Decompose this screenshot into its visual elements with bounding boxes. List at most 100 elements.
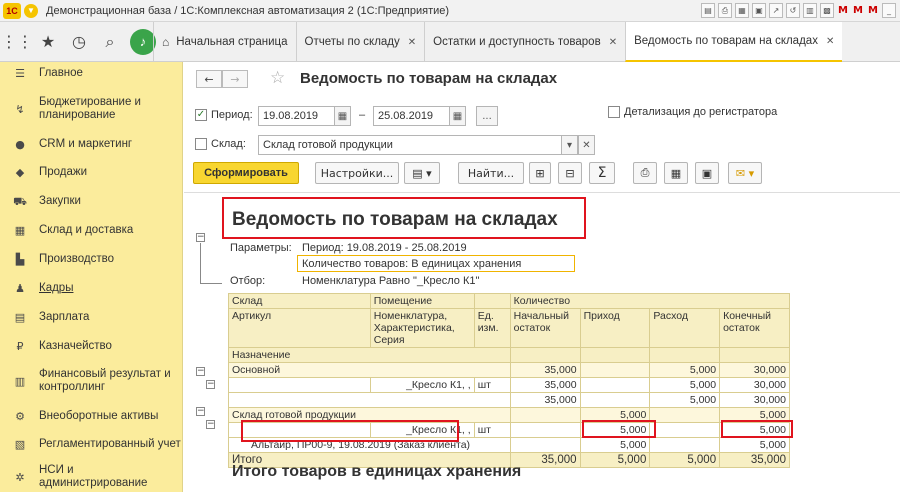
title-bar-icons: ▤ ⎙ ▦ ▣ ↗ ↺ ▥ ▩ M M M _ xyxy=(701,3,896,18)
sidebar-item-purchases[interactable]: ⛟ Закупки xyxy=(0,195,183,208)
cart-icon: ⛟ xyxy=(13,195,27,208)
sidebar-item-finance[interactable]: ▥ Финансовый результат и контроллинг xyxy=(0,368,183,394)
collapse-group-icon[interactable]: − xyxy=(196,233,205,242)
apps-grid-icon[interactable]: ⋮⋮ xyxy=(1,28,33,56)
print-preview-icon[interactable]: ▦ xyxy=(664,162,688,184)
sidebar-item-treasury[interactable]: ₽ Казначейство xyxy=(0,340,183,353)
document-icon[interactable]: ▤ xyxy=(701,3,715,18)
collapse-group-icon[interactable]: − xyxy=(196,407,205,416)
calculator-icon[interactable]: ▩ xyxy=(820,3,834,18)
sidebar-item-production[interactable]: ▙ Производство xyxy=(0,253,183,266)
form-title: Ведомость по товарам на складах xyxy=(300,70,558,87)
period-from-input[interactable]: 19.08.2019 xyxy=(258,106,336,126)
variants-dropdown-button[interactable]: ▤ ▾ xyxy=(404,162,440,184)
detail-checkbox[interactable] xyxy=(608,106,620,118)
close-icon[interactable]: ✕ xyxy=(609,37,617,48)
calendar-icon[interactable]: ▦ xyxy=(334,106,351,126)
sidebar-item-assets[interactable]: ⚙ Внеоборотные активы xyxy=(0,410,183,423)
table-row: _Кресло К1, , шт 35,000 5,000 30,000 xyxy=(228,377,790,393)
warehouse-icon: ▦ xyxy=(14,224,26,237)
tab-label: Остатки и доступность товаров xyxy=(433,36,601,48)
history-icon[interactable]: ↺ xyxy=(786,3,800,18)
main-menu-arrow-icon[interactable]: ▼ xyxy=(24,3,38,18)
clear-icon[interactable]: ✕ xyxy=(578,135,595,155)
period-checkbox[interactable]: ✓ xyxy=(195,109,207,121)
calendar-icon[interactable]: ▥ xyxy=(803,3,817,18)
sidebar-item-admin[interactable]: ✲ НСИ и администрирование xyxy=(0,464,183,490)
warehouse-input[interactable]: Склад готовой продукции xyxy=(258,135,563,155)
filter-label: Отбор: xyxy=(230,275,266,287)
header-closing-balance: Конечный остаток xyxy=(719,308,790,348)
save-icon[interactable]: ▣ xyxy=(752,3,766,18)
preview-icon[interactable]: ▦ xyxy=(735,3,749,18)
header-unit: Ед. изм. xyxy=(473,308,511,348)
print-icon[interactable]: ⎙ xyxy=(718,3,732,18)
collapse-group-icon[interactable]: − xyxy=(206,380,215,389)
forward-button[interactable]: → xyxy=(222,70,248,88)
table-header-row: Назначение xyxy=(228,347,790,363)
period-select-button[interactable]: ... xyxy=(476,106,498,126)
warehouse-label: Склад: xyxy=(211,138,246,150)
home-icon: ⌂ xyxy=(162,35,170,49)
period-to-input[interactable]: 25.08.2019 xyxy=(373,106,451,126)
highlight-quantity-param xyxy=(297,255,575,272)
m-icon[interactable]: M xyxy=(837,3,849,18)
sidebar-item-crm[interactable]: ● CRM и маркетинг xyxy=(0,138,183,151)
sidebar-item-warehouse[interactable]: ▦ Склад и доставка xyxy=(0,224,183,237)
tree-line xyxy=(200,243,201,283)
sum-button[interactable]: Σ xyxy=(589,162,615,184)
sidebar-item-budgeting[interactable]: ↯ Бюджетирование и планирование xyxy=(0,96,183,122)
collapse-groups-icon[interactable]: ⊟ xyxy=(558,162,582,184)
expand-groups-icon[interactable]: ⊞ xyxy=(529,162,551,184)
calendar-icon[interactable]: ▦ xyxy=(449,106,466,126)
factory-icon: ▙ xyxy=(15,253,25,266)
header-expense: Расход xyxy=(649,308,721,348)
header-receipt: Приход xyxy=(579,308,651,348)
tab-home[interactable]: ⌂ Начальная страница xyxy=(153,22,296,62)
favorite-star-icon[interactable]: ☆ xyxy=(270,68,285,88)
link-icon[interactable]: ↗ xyxy=(769,3,783,18)
warehouse-checkbox[interactable] xyxy=(195,138,207,150)
find-button[interactable]: Найти... xyxy=(458,162,524,184)
search-icon[interactable]: ⌕ xyxy=(96,28,124,56)
collapse-group-icon[interactable]: − xyxy=(206,420,215,429)
header-warehouse: Склад xyxy=(228,293,371,309)
sidebar-item-sales[interactable]: ◆ Продажи xyxy=(0,166,183,179)
minimize-icon[interactable]: _ xyxy=(882,3,896,18)
sidebar-item-accounting[interactable]: ▧ Регламентированный учет xyxy=(0,438,183,451)
tab-stock-availability[interactable]: Остатки и доступность товаров ✕ xyxy=(424,22,625,62)
close-icon[interactable]: ✕ xyxy=(408,37,416,48)
salary-icon: ▤ xyxy=(14,311,26,324)
period-label: Период: xyxy=(211,109,253,121)
accounting-icon: ▧ xyxy=(14,438,26,451)
table-row: Основной 35,000 5,000 30,000 xyxy=(228,362,790,378)
send-email-icon[interactable]: ✉ ▾ xyxy=(728,162,762,184)
tree-line xyxy=(200,283,222,284)
filter-value: Номенклатура Равно "_Кресло К1" xyxy=(302,275,480,287)
back-button[interactable]: ← xyxy=(196,70,222,88)
print-icon[interactable]: ⎙ xyxy=(633,162,657,184)
settings-button[interactable]: Настройки... xyxy=(315,162,399,184)
tab-goods-statement[interactable]: Ведомость по товарам на складах ✕ xyxy=(625,22,843,62)
sidebar-item-hr[interactable]: ♟ Кадры xyxy=(0,282,183,295)
top-toolbar: ⋮⋮ ★ ◷ ⌕ ♪ ⌂ Начальная страница Отчеты п… xyxy=(0,22,900,62)
sidebar-item-salary[interactable]: ▤ Зарплата xyxy=(0,311,183,324)
header-quantity: Количество xyxy=(509,293,791,309)
close-icon[interactable]: ✕ xyxy=(826,36,834,47)
tab-warehouse-reports[interactable]: Отчеты по складу ✕ xyxy=(295,22,425,62)
sales-bag-icon: ◆ xyxy=(15,166,25,179)
report-subtitle: Итого товаров в единицах хранения xyxy=(232,463,522,480)
sidebar-item-main[interactable]: ☰ Главное xyxy=(0,67,183,80)
finance-icon: ▥ xyxy=(14,374,26,388)
tab-label: Отчеты по складу xyxy=(304,36,400,48)
collapse-group-icon[interactable]: − xyxy=(196,367,205,376)
highlight-closing-value xyxy=(721,420,793,438)
tab-label: Ведомость по товарам на складах xyxy=(634,35,818,47)
generate-button[interactable]: Сформировать xyxy=(193,162,299,184)
save-icon[interactable]: ▣ xyxy=(695,162,719,184)
m-minus-icon[interactable]: M xyxy=(867,3,879,18)
favorites-star-icon[interactable]: ★ xyxy=(34,28,62,56)
history-clock-icon[interactable]: ◷ xyxy=(65,28,93,56)
dropdown-icon[interactable]: ▾ xyxy=(561,135,578,155)
m-plus-icon[interactable]: M xyxy=(852,3,864,18)
